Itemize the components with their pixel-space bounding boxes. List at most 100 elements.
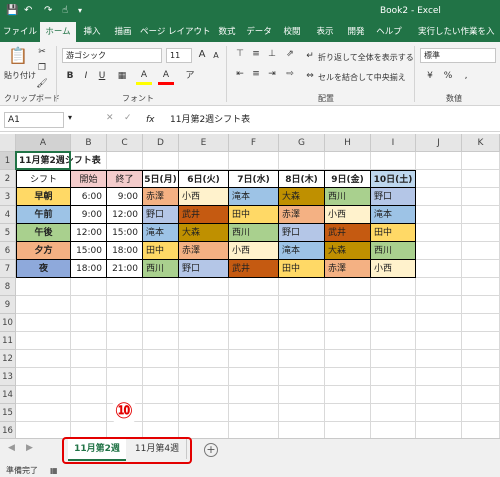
cell[interactable] — [462, 278, 500, 296]
cell[interactable] — [325, 278, 371, 296]
staff-cell[interactable]: 武井 — [179, 206, 229, 224]
comma-button[interactable]: , — [458, 68, 474, 84]
macro-record-icon[interactable]: ▦ — [50, 465, 58, 477]
font-name-dropdown[interactable]: 游ゴシック — [62, 48, 162, 63]
staff-cell[interactable]: 野口 — [371, 188, 416, 206]
cell[interactable] — [107, 278, 143, 296]
staff-cell[interactable]: 野口 — [179, 260, 229, 278]
enter-icon[interactable]: ✓ — [124, 113, 132, 123]
table-header-7[interactable]: 9日(金) — [325, 170, 371, 188]
cell[interactable] — [325, 386, 371, 404]
redo-icon[interactable]: ↷ — [44, 4, 52, 18]
shift-end-cell[interactable]: 12:00 — [107, 206, 143, 224]
customize-quick-access-icon[interactable]: ▾ — [78, 4, 82, 18]
tab-10[interactable]: ヘルプ — [372, 22, 406, 42]
cell[interactable] — [279, 404, 325, 422]
cell[interactable] — [229, 152, 279, 170]
table-header-5[interactable]: 7日(水) — [229, 170, 279, 188]
cell[interactable] — [416, 404, 462, 422]
cell[interactable] — [279, 386, 325, 404]
cell[interactable] — [143, 404, 179, 422]
cell[interactable] — [143, 386, 179, 404]
cell[interactable] — [371, 278, 416, 296]
scroll-left-icon[interactable]: ◀ — [8, 443, 15, 453]
staff-cell[interactable]: 田中 — [279, 260, 325, 278]
chevron-down-icon[interactable]: ▾ — [68, 113, 72, 122]
cell[interactable] — [416, 278, 462, 296]
table-header-0[interactable]: シフト — [16, 170, 71, 188]
fill-color-icon[interactable]: A — [136, 68, 152, 85]
column-header-E[interactable]: E — [179, 134, 229, 152]
cell[interactable] — [279, 296, 325, 314]
align-top-icon[interactable]: ⊤ — [232, 46, 248, 62]
cell[interactable] — [71, 278, 107, 296]
row-header-11[interactable]: 11 — [0, 332, 16, 350]
row-header-14[interactable]: 14 — [0, 386, 16, 404]
cell[interactable] — [16, 386, 71, 404]
tab-2[interactable]: 挿入 — [78, 22, 106, 42]
cell[interactable] — [16, 278, 71, 296]
cell[interactable] — [325, 368, 371, 386]
staff-cell[interactable]: 滝本 — [143, 224, 179, 242]
row-header-6[interactable]: 6 — [0, 242, 16, 260]
format-painter-icon[interactable]: 🖌 — [34, 76, 50, 92]
cell[interactable] — [229, 368, 279, 386]
cell[interactable] — [16, 314, 71, 332]
font-size-dropdown[interactable]: 11 — [166, 48, 192, 63]
shift-name-cell[interactable]: 早朝 — [16, 188, 71, 206]
staff-cell[interactable]: 田中 — [371, 224, 416, 242]
wrap-text-button[interactable]: 折り返して全体を表示する — [318, 52, 414, 63]
cell[interactable] — [16, 404, 71, 422]
staff-cell[interactable]: 大森 — [325, 242, 371, 260]
align-center-icon[interactable]: ≡ — [248, 66, 264, 82]
paste-icon[interactable]: 📋 — [8, 48, 28, 68]
cell[interactable] — [229, 404, 279, 422]
cell[interactable] — [279, 314, 325, 332]
shift-name-cell[interactable]: 午後 — [16, 224, 71, 242]
percent-button[interactable]: % — [440, 68, 456, 84]
cell[interactable] — [416, 332, 462, 350]
cell[interactable] — [107, 332, 143, 350]
italic-button[interactable]: I — [78, 68, 94, 84]
column-header-G[interactable]: G — [279, 134, 325, 152]
cell[interactable] — [107, 368, 143, 386]
paste-button[interactable]: 貼り付け — [4, 70, 36, 81]
staff-cell[interactable]: 西川 — [143, 260, 179, 278]
shrink-font-icon[interactable]: A — [208, 48, 224, 64]
staff-cell[interactable]: 滝本 — [229, 188, 279, 206]
shift-end-cell[interactable]: 18:00 — [107, 242, 143, 260]
cell[interactable] — [229, 386, 279, 404]
column-header-H[interactable]: H — [325, 134, 371, 152]
cell[interactable] — [462, 188, 500, 206]
tab-1[interactable]: ホーム — [40, 22, 76, 42]
cell[interactable] — [279, 368, 325, 386]
staff-cell[interactable]: 田中 — [229, 206, 279, 224]
borders-icon[interactable]: ▦ — [114, 68, 130, 84]
shift-start-cell[interactable]: 18:00 — [71, 260, 107, 278]
cell[interactable] — [416, 350, 462, 368]
cell[interactable] — [16, 332, 71, 350]
cell[interactable] — [16, 368, 71, 386]
column-header-B[interactable]: B — [71, 134, 107, 152]
cell[interactable] — [462, 350, 500, 368]
cell[interactable] — [71, 314, 107, 332]
cut-icon[interactable]: ✂ — [34, 44, 50, 60]
staff-cell[interactable]: 小西 — [371, 260, 416, 278]
cell[interactable] — [462, 224, 500, 242]
underline-button[interactable]: U — [94, 68, 110, 84]
staff-cell[interactable]: 赤澤 — [179, 242, 229, 260]
cell[interactable] — [107, 296, 143, 314]
staff-cell[interactable]: 滝本 — [279, 242, 325, 260]
shift-start-cell[interactable]: 6:00 — [71, 188, 107, 206]
table-header-6[interactable]: 8日(木) — [279, 170, 325, 188]
staff-cell[interactable]: 西川 — [325, 188, 371, 206]
cell[interactable] — [416, 170, 462, 188]
cell[interactable] — [229, 314, 279, 332]
row-header-13[interactable]: 13 — [0, 368, 16, 386]
cell[interactable] — [107, 314, 143, 332]
column-header-C[interactable]: C — [107, 134, 143, 152]
cell[interactable] — [371, 296, 416, 314]
cell[interactable] — [416, 368, 462, 386]
cell[interactable] — [279, 332, 325, 350]
cell[interactable] — [179, 350, 229, 368]
